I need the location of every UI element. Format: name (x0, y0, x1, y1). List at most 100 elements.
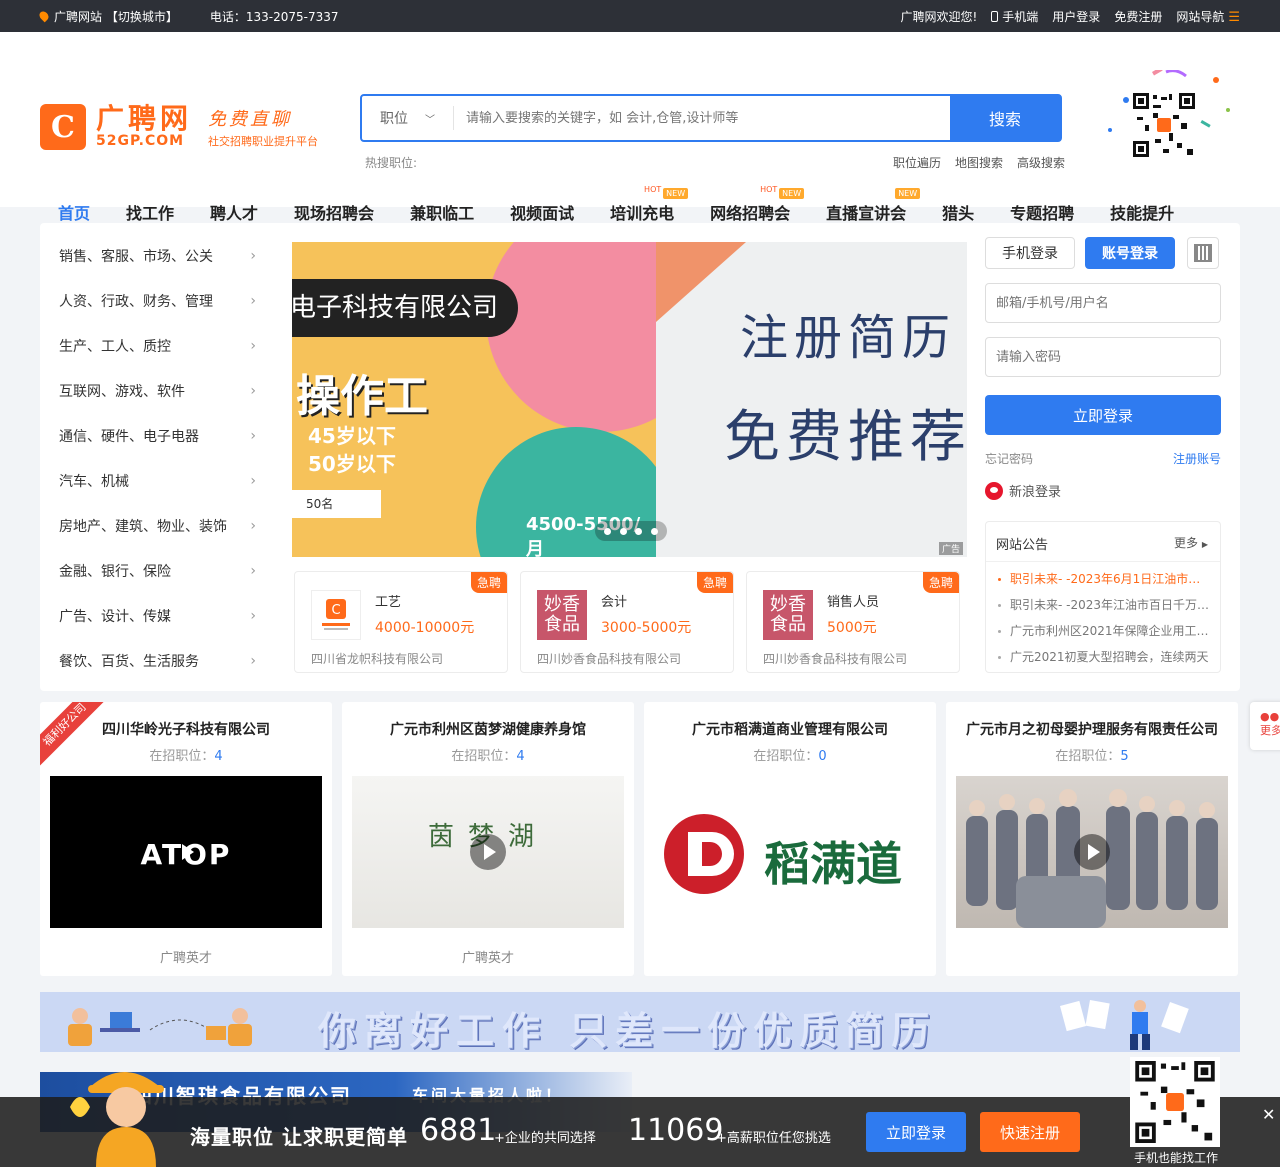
category-label: 生产、工人、质控 (59, 338, 171, 355)
category-item[interactable]: 人资、行政、财务、管理 › (40, 278, 272, 323)
category-item[interactable]: 房地产、建筑、物业、装饰 › (40, 503, 272, 548)
nav-label: 专题招聘 (1010, 204, 1075, 223)
job-count: 4 (214, 749, 223, 764)
bottom-register-button[interactable]: 快速注册 (980, 1112, 1080, 1152)
tab-phone-login[interactable]: 手机登录 (985, 237, 1075, 269)
mobile-icon (991, 10, 999, 22)
site-name: 广聘网站 (54, 9, 103, 24)
forgot-password-link[interactable]: 忘记密码 (985, 450, 1033, 467)
category-label: 金融、银行、保险 (59, 563, 171, 580)
people-illustration (68, 1008, 252, 1046)
company-card[interactable]: 广元市稻满道商业管理有限公司 在招职位：0 稻满道 (644, 702, 936, 976)
bottom-login-button[interactable]: 立即登录 (866, 1112, 966, 1152)
side-float-more[interactable]: ●● 更多 (1250, 702, 1280, 750)
register-link[interactable]: 注册账号 (1173, 450, 1221, 467)
category-item[interactable]: 通信、硬件、电子电器 › (40, 413, 272, 458)
play-icon[interactable] (168, 834, 204, 870)
job-card[interactable]: 妙香 食品 销售人员 5000元 四川妙香食品科技有限公司 急聘 (746, 571, 960, 673)
company-card[interactable]: 广元市月之初母婴护理服务有限责任公司 在招职位：5 (946, 702, 1238, 976)
site-nav-label: 网站导航 (1176, 9, 1225, 24)
tab-account-login[interactable]: 账号登录 (1085, 237, 1175, 269)
job-title: 销售人员 (827, 595, 880, 610)
carousel-dot[interactable] (651, 527, 659, 535)
video-logo-text: 稻满道 (764, 837, 902, 891)
notice-item[interactable]: 广元2021初夏大型招聘会，连续两天 (996, 644, 1210, 670)
search-links: 职位遍历 地图搜索 高级搜索 (893, 154, 1065, 171)
mobile-link[interactable]: 手机端 (991, 8, 1038, 25)
carousel-dot[interactable] (635, 527, 643, 535)
play-icon[interactable] (1074, 834, 1110, 870)
category-item[interactable]: 广告、设计、传媒 › (40, 593, 272, 638)
site-nav-link[interactable]: 网站导航 ☰ (1176, 8, 1240, 25)
notice-item[interactable]: 职引未来- -2023年6月1日江油市百日千万招聘专项行动 (996, 566, 1210, 592)
play-icon[interactable] (470, 834, 506, 870)
banner-slide-recruit: 电子科技有限公司 操作工 45岁以下 50岁以下 50名 4500-5500/月 (292, 242, 656, 557)
carousel-dot[interactable] (619, 527, 627, 535)
category-item[interactable]: 生产、工人、质控 › (40, 323, 272, 368)
company-video[interactable]: ATOP (50, 776, 322, 928)
qr-login-button[interactable] (1187, 237, 1219, 269)
company-card[interactable]: 广元市利州区茵梦湖健康养身馆 在招职位：4 茵梦湖 广聘英才 (342, 702, 634, 976)
header: C 广聘网 52GP.COM 免费直聊 社交招聘职业提升平台 职位 ﹀ 搜索 热… (0, 32, 1280, 245)
category-label: 广告、设计、传媒 (59, 608, 171, 625)
switch-city-link[interactable]: 【切换城市】 (106, 10, 178, 24)
carousel-dots[interactable] (595, 521, 667, 541)
banner-count: 50名 (292, 490, 381, 518)
carousel-dot[interactable] (603, 527, 611, 535)
notice-more-link[interactable]: 更多 ▶ (1174, 534, 1208, 553)
more-label: 更多 (1174, 536, 1199, 550)
job-card[interactable]: C 工艺 4000-10000元 四川省龙帜科技有限公司 急聘 (294, 571, 508, 673)
bottom-slogan: 海量职位 让求职更简单 (190, 1125, 408, 1149)
username-input[interactable] (985, 283, 1221, 323)
job-card[interactable]: 妙香 食品 会计 3000-5000元 四川妙香食品科技有限公司 急聘 (520, 571, 734, 673)
nav-label: 现场招聘会 (294, 204, 375, 223)
advanced-search-link[interactable]: 高级搜索 (1017, 154, 1065, 171)
nav-label: 猎头 (942, 204, 975, 223)
close-icon[interactable]: ✕ (1262, 1105, 1275, 1124)
dots-icon: ●● (1260, 710, 1280, 723)
company-logo: C (311, 590, 361, 640)
banner-job: 操作工 (296, 371, 428, 422)
weibo-login-link[interactable]: 新浪登录 (985, 481, 1221, 500)
map-search-link[interactable]: 地图搜索 (955, 154, 1003, 171)
category-item[interactable]: 餐饮、百货、生活服务 › (40, 638, 272, 683)
site-logo[interactable]: C 广聘网 52GP.COM 免费直聊 社交招聘职业提升平台 (40, 104, 318, 150)
carousel-banner[interactable]: 电子科技有限公司 操作工 45岁以下 50岁以下 50名 4500-5500/月 … (292, 242, 967, 557)
chevron-right-icon: › (250, 652, 256, 669)
search-input[interactable] (454, 96, 950, 140)
category-item[interactable]: 销售、客服、市场、公关 › (40, 233, 272, 278)
ad-label: 广告 (938, 542, 963, 555)
search-button[interactable]: 搜索 (950, 96, 1060, 140)
job-salary: 5000元 (827, 620, 877, 636)
svg-text:C: C (331, 603, 340, 618)
urgent-badge: 急聘 (922, 572, 959, 593)
category-label: 互联网、游戏、软件 (59, 383, 185, 400)
user-login-link[interactable]: 用户登录 (1052, 8, 1100, 25)
company-video[interactable] (956, 776, 1228, 928)
category-item[interactable]: 金融、银行、保险 › (40, 548, 272, 593)
company-name: 广元市月之初母婴护理服务有限责任公司 (966, 722, 1218, 738)
browse-jobs-link[interactable]: 职位遍历 (893, 154, 941, 171)
category-label: 房地产、建筑、物业、装饰 (59, 518, 227, 535)
password-input[interactable] (985, 337, 1221, 377)
category-item[interactable]: 互联网、游戏、软件 › (40, 368, 272, 413)
company-video[interactable]: 茵梦湖 (352, 776, 624, 928)
free-register-link[interactable]: 免费注册 (1114, 8, 1162, 25)
category-item[interactable]: 汽车、机械 › (40, 458, 272, 503)
job-count-label: 在招职位： (753, 749, 819, 764)
login-button[interactable]: 立即登录 (985, 395, 1221, 435)
company-name: 广元市稻满道商业管理有限公司 (692, 722, 888, 738)
urgent-badge: 急聘 (470, 572, 507, 593)
company-count-label: +企业的共同选择 (494, 1131, 596, 1146)
logo-mark: C (40, 104, 86, 150)
chevron-down-icon: ﹀ (425, 114, 435, 126)
notice-item[interactable]: 广元市利州区2021年保障企业用工招聘会 (996, 618, 1210, 644)
search-category-select[interactable]: 职位 ﹀ (362, 106, 454, 130)
notice-item[interactable]: 职引未来- -2023年江油市百日千万招聘 (996, 592, 1210, 618)
company-card[interactable]: 福利好公司 四川华岭光子科技有限公司 在招职位：4 ATOP 广聘英才 (40, 702, 332, 976)
nav-label: 找工作 (126, 204, 175, 223)
welcome-text: 广聘网欢迎您! (900, 9, 978, 24)
nav-label: 网络招聘会 (710, 204, 791, 223)
company-video[interactable]: 稻满道 (654, 776, 926, 928)
promo-banner[interactable]: 你离好工作 只差一份优质简历 (40, 992, 1240, 1052)
